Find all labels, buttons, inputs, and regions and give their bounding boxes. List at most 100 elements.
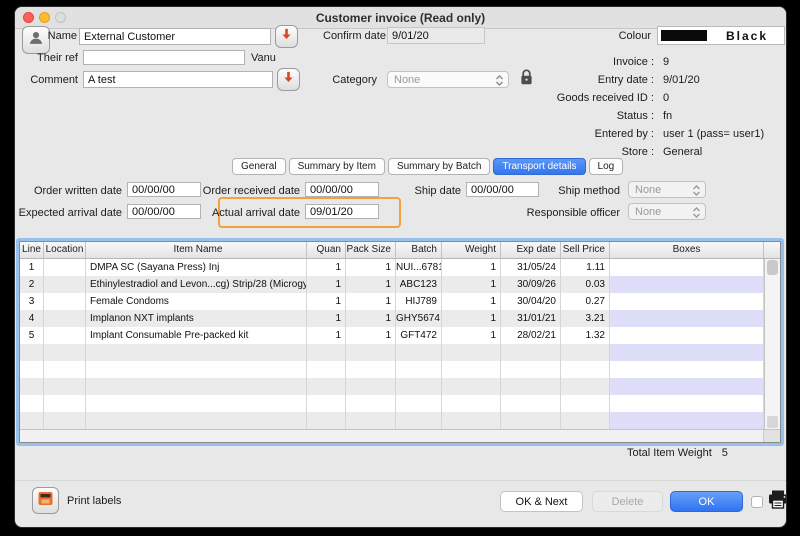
column-header-exp-date[interactable]: Exp date xyxy=(501,242,561,258)
table-cell: 3 xyxy=(20,293,44,310)
table-cell: 1 xyxy=(307,293,346,310)
table-row-empty[interactable] xyxy=(20,412,780,429)
responsible-officer-value: None xyxy=(635,206,661,218)
table-cell xyxy=(346,378,396,395)
table-cell[interactable] xyxy=(610,276,764,293)
expected-arrival-date-field[interactable]: 00/00/00 xyxy=(127,204,201,219)
store-label: Store : xyxy=(622,146,654,158)
delete-button[interactable]: Delete xyxy=(592,491,663,512)
order-written-date-label: Order written date xyxy=(34,185,122,197)
column-header-location[interactable]: Location xyxy=(44,242,86,258)
table-cell xyxy=(44,395,86,412)
customer-details-button[interactable] xyxy=(22,26,50,54)
column-header-pack-size[interactable]: Pack Size xyxy=(346,242,396,258)
table-cell: 30/09/26 xyxy=(501,276,561,293)
table-cell: 1 xyxy=(307,259,346,276)
table-row[interactable]: 1DMPA SC (Sayana Press) Inj11NUI...67811… xyxy=(20,259,780,276)
invoice-lines-table[interactable]: LineLocationItem NameQuanPack SizeBatchW… xyxy=(19,241,781,443)
table-cell[interactable] xyxy=(610,395,764,412)
table-cell: 1 xyxy=(442,276,501,293)
name-input[interactable]: External Customer xyxy=(79,28,271,45)
table-cell: 4 xyxy=(20,310,44,327)
table-row-empty[interactable] xyxy=(20,361,780,378)
order-received-date-field[interactable]: 00/00/00 xyxy=(305,182,379,197)
comment-input[interactable]: A test xyxy=(83,71,273,88)
status-label: Status : xyxy=(617,110,654,122)
scrollbar-end xyxy=(767,416,778,428)
ok-button[interactable]: OK xyxy=(670,491,743,512)
table-cell: 0.03 xyxy=(561,276,610,293)
table-cell[interactable] xyxy=(610,310,764,327)
actual-arrival-date-field[interactable]: 09/01/20 xyxy=(305,204,379,219)
ok-and-next-button[interactable]: OK & Next xyxy=(500,491,583,512)
category-dropdown[interactable]: None xyxy=(387,71,509,88)
table-cell[interactable] xyxy=(610,378,764,395)
scrollbar-thumb[interactable] xyxy=(767,260,778,275)
ship-method-value: None xyxy=(635,184,661,196)
printer-icon[interactable] xyxy=(766,489,787,516)
their-ref-input[interactable] xyxy=(83,50,245,65)
table-cell: Implanon NXT implants xyxy=(86,310,307,327)
table-cell[interactable] xyxy=(610,259,764,276)
responsible-officer-dropdown[interactable]: None xyxy=(628,203,706,220)
customer-invoice-window: Customer invoice (Read only) Name Extern… xyxy=(14,6,787,528)
their-ref-label: Their ref xyxy=(37,52,78,64)
table-cell: DMPA SC (Sayana Press) Inj xyxy=(86,259,307,276)
column-header-quan[interactable]: Quan xyxy=(307,242,346,258)
column-header-sell-price[interactable]: Sell Price xyxy=(561,242,610,258)
ship-method-label: Ship method xyxy=(558,185,620,197)
column-header-item-name[interactable]: Item Name xyxy=(86,242,307,258)
table-cell xyxy=(44,310,86,327)
table-cell: 1 xyxy=(442,259,501,276)
column-header-line[interactable]: Line xyxy=(20,242,44,258)
print-labels-label: Print labels xyxy=(67,495,121,507)
ship-method-dropdown[interactable]: None xyxy=(628,181,706,198)
table-cell[interactable] xyxy=(610,327,764,344)
table-row-empty[interactable] xyxy=(20,344,780,361)
table-cell xyxy=(561,412,610,429)
table-cell: 1 xyxy=(307,310,346,327)
table-row-empty[interactable] xyxy=(20,378,780,395)
tab-summary-by-batch[interactable]: Summary by Batch xyxy=(388,158,490,175)
print-checkbox[interactable] xyxy=(751,496,763,508)
table-cell: 3.21 xyxy=(561,310,610,327)
label-printer-icon xyxy=(36,489,55,513)
lock-icon xyxy=(519,68,534,92)
table-cell xyxy=(396,344,442,361)
table-cell: 31/01/21 xyxy=(501,310,561,327)
print-labels-button[interactable] xyxy=(32,487,59,514)
table-cell xyxy=(396,412,442,429)
table-cell: 1 xyxy=(346,276,396,293)
name-lookup-button[interactable] xyxy=(275,25,298,48)
table-cell[interactable] xyxy=(610,293,764,310)
table-row[interactable]: 4Implanon NXT implants11GHY5674131/01/21… xyxy=(20,310,780,327)
tab-log[interactable]: Log xyxy=(589,158,624,175)
table-cell xyxy=(44,327,86,344)
table-cell xyxy=(44,412,86,429)
table-cell[interactable] xyxy=(610,361,764,378)
table-row[interactable]: 3Female Condoms11HIJ789130/04/200.27 xyxy=(20,293,780,310)
tab-general[interactable]: General xyxy=(232,158,286,175)
column-header-batch[interactable]: Batch xyxy=(396,242,442,258)
colour-swatch xyxy=(661,30,707,41)
tab-transport-details[interactable]: Transport details xyxy=(493,158,585,175)
ship-date-field[interactable]: 00/00/00 xyxy=(466,182,539,197)
vertical-scrollbar[interactable] xyxy=(764,259,780,429)
table-row[interactable]: 2Ethinylestradiol and Levon...cg) Strip/… xyxy=(20,276,780,293)
column-header-weight[interactable]: Weight xyxy=(442,242,501,258)
table-cell: 1 xyxy=(346,259,396,276)
column-header-boxes[interactable]: Boxes xyxy=(610,242,764,258)
tab-summary-by-item[interactable]: Summary by Item xyxy=(289,158,385,175)
table-cell xyxy=(44,276,86,293)
table-cell xyxy=(20,344,44,361)
comment-edit-button[interactable] xyxy=(277,68,300,91)
table-cell[interactable] xyxy=(610,344,764,361)
table-cell: 1 xyxy=(307,276,346,293)
colour-field[interactable]: Black xyxy=(657,26,785,45)
table-row[interactable]: 5Implant Consumable Pre-packed kit11GFT4… xyxy=(20,327,780,344)
table-row-empty[interactable] xyxy=(20,395,780,412)
name-value: External Customer xyxy=(84,31,175,43)
table-cell[interactable] xyxy=(610,412,764,429)
horizontal-scrollbar[interactable] xyxy=(20,429,780,442)
order-written-date-field[interactable]: 00/00/00 xyxy=(127,182,201,197)
